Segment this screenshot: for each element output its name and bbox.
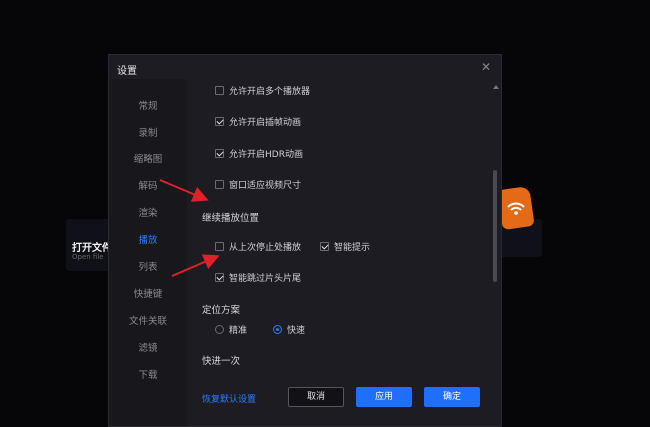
allow-multi-player-option[interactable]: 允许开启多个播放器 (215, 84, 310, 97)
sidebar-item-record[interactable]: 录制 (109, 123, 187, 145)
allow-frame-anim-option[interactable]: 允许开启插帧动画 (215, 115, 301, 128)
settings-content: 允许开启多个播放器 允许开启插帧动画 允许开启HDR动画 窗口适应视频尺寸 继续… (187, 79, 487, 426)
window-fit-video-option[interactable]: 窗口适应视频尺寸 (215, 178, 301, 191)
allow-frame-anim-checkbox[interactable] (215, 117, 224, 126)
sidebar-item-list[interactable]: 列表 (109, 257, 187, 279)
scroll-up-arrow-icon[interactable] (493, 85, 499, 89)
close-icon[interactable]: ✕ (479, 60, 493, 74)
open-file-label: 打开文件 (72, 243, 112, 254)
seek-precise-label: 精准 (229, 326, 248, 336)
wifi-cast-app-icon (497, 185, 535, 231)
settings-sidebar: 常规 录制 缩略图 解码 渲染 播放 列表 快捷键 文件关联 滤镜 下载 (109, 79, 187, 426)
seek-mode-heading: 定位方案 (202, 305, 241, 316)
open-file-sublabel: Open file (72, 253, 104, 261)
seek-fast-label: 快速 (287, 326, 306, 336)
seek-precise-radio[interactable] (215, 325, 224, 334)
window-fit-video-label: 窗口适应视频尺寸 (229, 181, 302, 191)
seek-fast-radio[interactable] (273, 325, 282, 334)
resume-position-heading: 继续播放位置 (202, 213, 260, 224)
sidebar-item-file-association[interactable]: 文件关联 (109, 311, 187, 333)
apply-button[interactable]: 应用 (356, 387, 412, 407)
restore-default-link[interactable]: 恢复默认设置 (202, 392, 256, 405)
smart-prompt-option[interactable]: 智能提示 (320, 240, 370, 253)
smart-skip-checkbox[interactable] (215, 273, 224, 282)
smart-skip-label: 智能跳过片头片尾 (229, 274, 302, 284)
window-fit-video-checkbox[interactable] (215, 180, 224, 189)
allow-hdr-anim-label: 允许开启HDR动画 (229, 150, 303, 160)
allow-hdr-anim-option[interactable]: 允许开启HDR动画 (215, 147, 303, 160)
sidebar-item-thumbnail[interactable]: 缩略图 (109, 149, 187, 171)
resume-last-stop-option[interactable]: 从上次停止处播放 (215, 240, 301, 253)
allow-multi-player-label: 允许开启多个播放器 (229, 87, 311, 97)
fast-forward-heading: 快进一次 (202, 356, 241, 367)
allow-frame-anim-label: 允许开启插帧动画 (229, 118, 302, 128)
sidebar-item-playback[interactable]: 播放 (109, 230, 187, 252)
scroll-thumb[interactable] (493, 170, 497, 282)
seek-precise-option[interactable]: 精准 (215, 323, 247, 336)
sidebar-item-general[interactable]: 常规 (109, 96, 187, 118)
allow-hdr-anim-checkbox[interactable] (215, 149, 224, 158)
dialog-title: 设置 (117, 66, 137, 77)
sidebar-item-decode[interactable]: 解码 (109, 176, 187, 198)
settings-dialog: 设置 ✕ 常规 录制 缩略图 解码 渲染 播放 列表 快捷键 文件关联 滤镜 下… (108, 54, 502, 427)
sidebar-item-render[interactable]: 渲染 (109, 203, 187, 225)
ok-button[interactable]: 确定 (424, 387, 480, 407)
sidebar-item-download[interactable]: 下载 (109, 365, 187, 387)
resume-last-stop-label: 从上次停止处播放 (229, 243, 302, 253)
cancel-button[interactable]: 取消 (288, 387, 344, 407)
smart-prompt-label: 智能提示 (334, 243, 371, 253)
dialog-titlebar[interactable]: 设置 ✕ (109, 55, 501, 79)
seek-fast-option[interactable]: 快速 (273, 323, 305, 336)
sidebar-item-filters[interactable]: 滤镜 (109, 338, 187, 360)
sidebar-item-shortcuts[interactable]: 快捷键 (109, 284, 187, 306)
smart-prompt-checkbox[interactable] (320, 242, 329, 251)
smart-skip-option[interactable]: 智能跳过片头片尾 (215, 271, 301, 284)
allow-multi-player-checkbox[interactable] (215, 86, 224, 95)
resume-last-stop-checkbox[interactable] (215, 242, 224, 251)
